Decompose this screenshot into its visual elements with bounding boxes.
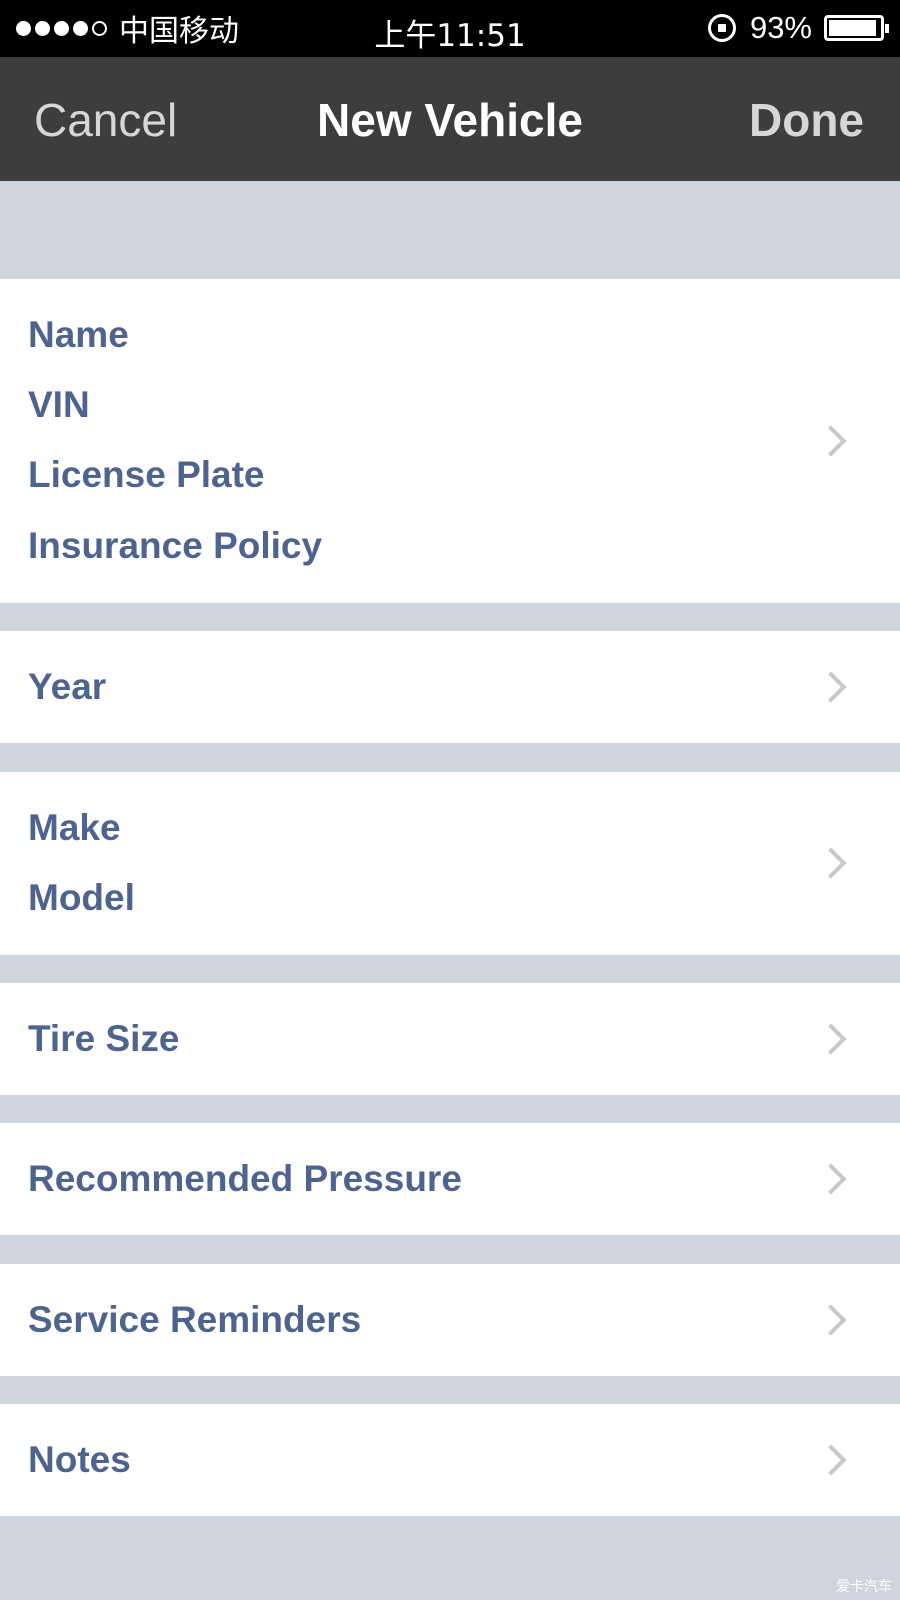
chevron-right-icon <box>815 671 847 703</box>
make-model-cell[interactable]: Make Model <box>0 772 900 955</box>
vin-label: VIN <box>28 384 90 425</box>
service-reminders-cell[interactable]: Service Reminders <box>0 1264 900 1376</box>
watermark: 爱卡汽车 <box>836 1579 892 1595</box>
make-label: Make <box>28 807 121 848</box>
tire-size-label: Tire Size <box>28 1018 180 1059</box>
year-cell[interactable]: Year <box>0 631 900 743</box>
insurance-policy-label: Insurance Policy <box>28 525 323 566</box>
license-plate-label: License Plate <box>28 454 265 495</box>
status-right: 93% <box>707 10 889 46</box>
vehicle-identity-cell[interactable]: Name VIN License Plate Insurance Policy <box>0 279 900 603</box>
battery-icon <box>824 15 889 41</box>
navigation-bar: Cancel New Vehicle Done <box>0 57 900 181</box>
chevron-right-icon <box>815 1023 847 1055</box>
tire-size-cell[interactable]: Tire Size <box>0 983 900 1095</box>
done-button[interactable]: Done <box>749 93 864 147</box>
chevron-right-icon <box>815 847 847 879</box>
chevron-right-icon <box>815 1444 847 1476</box>
chevron-right-icon <box>815 1163 847 1195</box>
battery-percent: 93% <box>749 10 812 45</box>
name-label: Name <box>28 314 129 355</box>
notes-cell[interactable]: Notes <box>0 1404 900 1516</box>
year-label: Year <box>28 666 107 707</box>
recommended-pressure-cell[interactable]: Recommended Pressure <box>0 1123 900 1235</box>
service-reminders-label: Service Reminders <box>28 1299 362 1340</box>
recommended-pressure-label: Recommended Pressure <box>28 1158 462 1199</box>
chevron-right-icon <box>815 1304 847 1336</box>
status-bar: 中国移动 上午11:51 93% <box>0 0 900 57</box>
battery-level-fill <box>829 20 876 36</box>
chevron-right-icon <box>815 425 847 457</box>
model-label: Model <box>28 877 135 918</box>
orientation-lock-icon <box>707 14 736 42</box>
notes-label: Notes <box>28 1439 131 1480</box>
